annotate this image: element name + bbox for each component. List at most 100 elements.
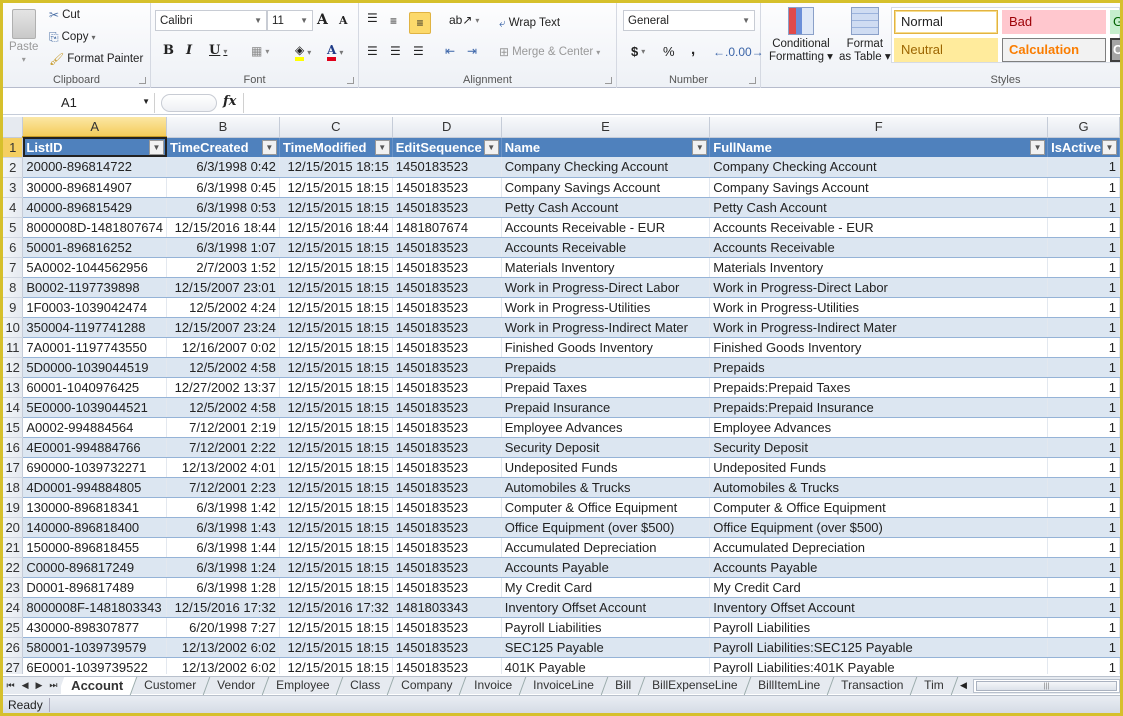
cell-listid[interactable]: 690000-1039732271 (22, 457, 168, 478)
cell-timemodified[interactable]: 12/15/2015 18:15 (279, 517, 393, 538)
cell-fullname[interactable]: Accumulated Depreciation (709, 537, 1049, 558)
row-header[interactable]: 6 (3, 237, 24, 258)
cell-name[interactable]: My Credit Card (501, 577, 711, 598)
column-header-a[interactable]: A (22, 117, 168, 138)
cell-fullname[interactable]: Prepaids:Prepaid Taxes (709, 377, 1049, 398)
cell-timemodified[interactable]: 12/15/2015 18:15 (279, 157, 393, 178)
cell-isactive[interactable]: 1 (1047, 517, 1120, 538)
merge-center-button[interactable]: ⊞ Merge & Center ▾ (499, 45, 600, 59)
shrink-font-button[interactable]: A (339, 14, 348, 27)
cell-fullname[interactable]: Accounts Payable (709, 557, 1049, 578)
header-cell-name[interactable]: Name ▼ (501, 137, 711, 157)
cell-editsequence[interactable]: 1450183523 (392, 337, 502, 358)
cell-fullname[interactable]: Accounts Receivable - EUR (709, 217, 1049, 238)
cell-timecreated[interactable]: 12/15/2007 23:01 (166, 277, 280, 298)
cell-listid[interactable]: 20000-896814722 (22, 157, 168, 178)
cell-fullname[interactable]: Work in Progress-Utilities (709, 297, 1049, 318)
filter-dropdown-icon[interactable]: ▼ (692, 139, 708, 155)
row-header[interactable]: 4 (3, 197, 24, 218)
cell-timemodified[interactable]: 12/15/2015 18:15 (279, 537, 393, 558)
cell-name[interactable]: Computer & Office Equipment (501, 497, 711, 518)
cell-isactive[interactable]: 1 (1047, 297, 1120, 318)
filter-dropdown-icon[interactable]: ▼ (261, 139, 277, 155)
row-header[interactable]: 7 (3, 257, 24, 278)
cell-editsequence[interactable]: 1450183523 (392, 417, 502, 438)
filter-dropdown-icon[interactable]: ▼ (483, 139, 499, 155)
cell-timecreated[interactable]: 2/7/2003 1:52 (166, 257, 280, 278)
scrollbar-thumb[interactable]: ||| (976, 681, 1117, 691)
cell-name[interactable]: Security Deposit (501, 437, 711, 458)
increase-indent-button[interactable]: ⇥ (467, 44, 477, 58)
row-header[interactable]: 3 (3, 177, 24, 198)
cell-isactive[interactable]: 1 (1047, 377, 1120, 398)
cell-listid[interactable]: C0000-896817249 (22, 557, 168, 578)
cell-name[interactable]: Accounts Receivable (501, 237, 711, 258)
cell-timemodified[interactable]: 12/15/2015 18:15 (279, 637, 393, 658)
cell-fullname[interactable]: Materials Inventory (709, 257, 1049, 278)
decrease-indent-button[interactable]: ⇤ (445, 44, 455, 58)
cell-listid[interactable]: 50001-896816252 (22, 237, 168, 258)
decrease-decimal-button[interactable]: .00→ (735, 45, 764, 59)
row-header[interactable]: 16 (3, 437, 24, 458)
percent-button[interactable]: % (663, 44, 675, 59)
formula-bar-resizer[interactable] (161, 94, 217, 112)
cell-name[interactable]: Accounts Receivable - EUR (501, 217, 711, 238)
cell-name[interactable]: Prepaids (501, 357, 711, 378)
borders-button[interactable]: ▦ ▾ (251, 44, 269, 58)
cell-name[interactable]: Work in Progress-Utilities (501, 297, 711, 318)
cell-listid[interactable]: 150000-896818455 (22, 537, 168, 558)
sheet-tab-invoice[interactable]: Invoice (460, 676, 527, 695)
cell-timemodified[interactable]: 12/15/2015 18:15 (279, 417, 393, 438)
filter-dropdown-icon[interactable]: ▼ (149, 140, 165, 155)
cell-editsequence[interactable]: 1450183523 (392, 617, 502, 638)
cell-isactive[interactable]: 1 (1047, 277, 1120, 298)
header-cell-editsequence[interactable]: EditSequence ▼ (392, 137, 502, 157)
cell-fullname[interactable]: Payroll Liabilities:401K Payable (709, 657, 1049, 674)
cell-editsequence[interactable]: 1450183523 (392, 197, 502, 218)
row-header[interactable]: 24 (3, 597, 24, 618)
wrap-text-button[interactable]: ⤶ Wrap Text (499, 16, 560, 30)
cell-name[interactable]: Accumulated Depreciation (501, 537, 711, 558)
cell-fullname[interactable]: Finished Goods Inventory (709, 337, 1049, 358)
cell-listid[interactable]: 1F0003-1039042474 (22, 297, 168, 318)
cell-timemodified[interactable]: 12/15/2015 18:15 (279, 457, 393, 478)
cell-timecreated[interactable]: 12/15/2016 18:44 (166, 217, 280, 238)
cell-listid[interactable]: 5A0002-1044562956 (22, 257, 168, 278)
cell-name[interactable]: Petty Cash Account (501, 197, 711, 218)
sheet-tab-company[interactable]: Company (388, 676, 468, 695)
cell-editsequence[interactable]: 1450183523 (392, 237, 502, 258)
cut-button[interactable]: ✂ Cut (49, 8, 80, 22)
cell-name[interactable]: Finished Goods Inventory (501, 337, 711, 358)
cell-isactive[interactable]: 1 (1047, 337, 1120, 358)
cell-fullname[interactable]: Payroll Liabilities:SEC125 Payable (709, 637, 1049, 658)
cell-name[interactable]: Employee Advances (501, 417, 711, 438)
row-header[interactable]: 14 (3, 397, 24, 418)
cell-fullname[interactable]: Company Savings Account (709, 177, 1049, 198)
cell-editsequence[interactable]: 1450183523 (392, 257, 502, 278)
align-left-button[interactable]: ☰ (367, 44, 378, 58)
header-cell-isactive[interactable]: IsActive ▼ (1047, 137, 1120, 157)
cell-name[interactable]: Accounts Payable (501, 557, 711, 578)
style-neutral[interactable]: Neutral (894, 38, 998, 62)
underline-button[interactable]: U ▾ (209, 43, 227, 58)
cell-fullname[interactable]: Security Deposit (709, 437, 1049, 458)
cell-timecreated[interactable]: 12/13/2002 4:01 (166, 457, 280, 478)
cell-isactive[interactable]: 1 (1047, 597, 1120, 618)
cell-fullname[interactable]: Petty Cash Account (709, 197, 1049, 218)
cell-timemodified[interactable]: 12/15/2015 18:15 (279, 557, 393, 578)
bold-button[interactable]: B (163, 43, 174, 58)
cell-isactive[interactable]: 1 (1047, 617, 1120, 638)
select-all-button[interactable] (3, 117, 24, 138)
cell-fullname[interactable]: Prepaids (709, 357, 1049, 378)
cell-isactive[interactable]: 1 (1047, 417, 1120, 438)
cell-editsequence[interactable]: 1450183523 (392, 497, 502, 518)
cell-timecreated[interactable]: 6/3/1998 0:53 (166, 197, 280, 218)
cell-editsequence[interactable]: 1450183523 (392, 297, 502, 318)
column-header-e[interactable]: E (501, 117, 711, 138)
cell-name[interactable]: Company Checking Account (501, 157, 711, 178)
row-header[interactable]: 12 (3, 357, 24, 378)
row-header[interactable]: 27 (3, 657, 24, 674)
row-header[interactable]: 2 (3, 157, 24, 178)
cell-timemodified[interactable]: 12/15/2015 18:15 (279, 397, 393, 418)
cell-editsequence[interactable]: 1450183523 (392, 157, 502, 178)
